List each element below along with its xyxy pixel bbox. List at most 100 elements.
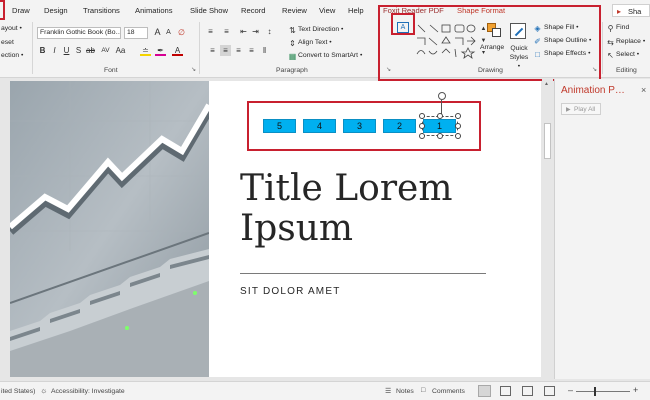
slide-subtitle[interactable]: SIT DOLOR AMET: [240, 286, 341, 297]
arrange-button[interactable]: Arrange: [480, 44, 504, 51]
comments-button[interactable]: Comments: [432, 388, 465, 395]
accessibility-status[interactable]: Accessibility: Investigate: [51, 388, 125, 395]
tab-record[interactable]: Record: [241, 6, 265, 15]
line-spacing-icon[interactable]: ↕: [264, 26, 275, 37]
resize-handle[interactable]: [455, 133, 461, 139]
text-box-icon[interactable]: A: [397, 22, 409, 33]
decrease-indent-icon[interactable]: ⇤: [238, 26, 249, 37]
font-group-label: Font: [104, 67, 118, 74]
language-status[interactable]: ited States): [1, 388, 35, 395]
quick-styles-button[interactable]: Quick Styles •: [509, 44, 529, 71]
strikethrough-icon[interactable]: ab: [85, 45, 96, 56]
slide-canvas[interactable]: 5 4 3 2 1 Title Lorem Ipsum SIT DOLOR AM…: [10, 81, 541, 377]
select-button[interactable]: Select •: [616, 51, 639, 58]
highlight-box-left: [0, 0, 5, 20]
resize-handle[interactable]: [437, 133, 443, 139]
resize-handle[interactable]: [419, 123, 425, 129]
increase-font-icon[interactable]: A: [152, 27, 163, 38]
share-icon: ▸: [617, 7, 622, 16]
slide-sorter-icon[interactable]: [500, 386, 511, 396]
font-dialog-launcher-icon[interactable]: ↘: [191, 66, 196, 73]
numbering-icon[interactable]: ≡: [221, 26, 232, 37]
tab-transitions[interactable]: Transitions: [83, 6, 120, 15]
tab-design[interactable]: Design: [44, 6, 68, 15]
shadow-icon[interactable]: S: [73, 45, 84, 56]
tab-help[interactable]: Help: [348, 6, 364, 15]
clear-formatting-icon[interactable]: ∅: [176, 27, 187, 38]
columns-icon[interactable]: ‖: [259, 45, 270, 56]
align-center-icon[interactable]: ≡: [220, 45, 231, 56]
shape-outline-button[interactable]: Shape Outline •: [544, 37, 591, 44]
tab-review[interactable]: Review: [282, 6, 307, 15]
zoom-in-icon[interactable]: +: [633, 385, 638, 395]
zoom-slider-thumb[interactable]: [594, 387, 596, 396]
shape-effects-button[interactable]: Shape Effects •: [544, 50, 590, 57]
title-divider: [240, 273, 486, 274]
slide-thumbnail-strip[interactable]: [0, 79, 9, 379]
resize-handle[interactable]: [437, 113, 443, 119]
change-case-icon[interactable]: Aa: [115, 45, 126, 56]
layout-button[interactable]: ayout •: [1, 25, 22, 32]
number-box-4[interactable]: 4: [303, 119, 336, 133]
highlight-color-icon[interactable]: ≐: [140, 45, 151, 56]
increase-indent-icon[interactable]: ⇥: [250, 26, 261, 37]
notes-button[interactable]: Notes: [396, 388, 414, 395]
reset-button[interactable]: eset: [1, 39, 14, 46]
align-right-icon[interactable]: ≡: [233, 45, 244, 56]
tab-draw[interactable]: Draw: [12, 6, 30, 15]
bold-icon[interactable]: B: [37, 45, 48, 56]
paragraph-group-label: Paragraph: [276, 67, 308, 74]
resize-handle[interactable]: [419, 113, 425, 119]
font-size-box[interactable]: 18: [124, 27, 148, 39]
resize-handle[interactable]: [455, 123, 461, 129]
shape-fill-button[interactable]: Shape Fill •: [544, 24, 579, 31]
tab-slide-show[interactable]: Slide Show: [190, 6, 228, 15]
align-text-button[interactable]: Align Text •: [298, 39, 332, 46]
decrease-font-icon[interactable]: A: [163, 27, 174, 38]
tab-view[interactable]: View: [319, 6, 335, 15]
convert-smartart-button[interactable]: Convert to SmartArt •: [298, 52, 362, 59]
resize-handle[interactable]: [455, 113, 461, 119]
character-spacing-icon[interactable]: AV: [100, 45, 111, 56]
title-line-1: Title Lorem: [240, 168, 453, 209]
underline-icon[interactable]: U: [61, 45, 72, 56]
drawing-group-label: Drawing: [478, 67, 503, 74]
drawing-dialog-launcher-icon[interactable]: ↘: [592, 66, 597, 73]
share-button[interactable]: ▸ Sha: [612, 4, 650, 17]
scroll-up-icon[interactable]: ▲: [544, 81, 549, 87]
align-left-icon[interactable]: ≡: [207, 45, 218, 56]
find-button[interactable]: Find: [616, 24, 629, 31]
slide-show-icon[interactable]: [544, 386, 555, 396]
italic-icon[interactable]: I: [49, 45, 60, 56]
number-box-2[interactable]: 2: [383, 119, 416, 133]
normal-view-icon[interactable]: [478, 385, 491, 397]
close-pane-icon[interactable]: ×: [641, 85, 646, 95]
resize-handle[interactable]: [419, 133, 425, 139]
shapes-gallery[interactable]: [415, 23, 477, 59]
group-separator: [32, 22, 33, 74]
number-box-3[interactable]: 3: [343, 119, 376, 133]
group-separator: [602, 22, 603, 74]
play-all-label: Play All: [574, 106, 596, 113]
vertical-scrollbar[interactable]: ▲: [542, 79, 553, 379]
slide-title[interactable]: Title Lorem Ipsum: [240, 169, 452, 249]
scroll-thumb[interactable]: [544, 123, 551, 159]
justify-icon[interactable]: ≡: [246, 45, 257, 56]
reading-view-icon[interactable]: [522, 386, 533, 396]
select-icon: ↖: [607, 51, 614, 60]
tab-animations[interactable]: Animations: [135, 6, 173, 15]
bullets-icon[interactable]: ≡: [205, 26, 216, 37]
section-button[interactable]: ection •: [1, 52, 23, 59]
number-box-5[interactable]: 5: [263, 119, 296, 133]
font-color-icon[interactable]: A: [172, 45, 183, 56]
text-direction-button[interactable]: Text Direction •: [298, 26, 343, 33]
rotate-handle-icon[interactable]: [438, 92, 446, 100]
replace-icon: ⇆: [607, 38, 614, 47]
accessibility-icon: ☼: [40, 386, 48, 395]
zoom-slider[interactable]: [576, 391, 630, 392]
font-name-box[interactable]: Franklin Gothic Book (Bo…: [37, 27, 121, 39]
play-all-button[interactable]: ▶ Play All: [561, 103, 601, 115]
replace-button[interactable]: Replace •: [616, 38, 645, 45]
text-highlight-icon[interactable]: ✒: [155, 45, 166, 56]
zoom-out-icon[interactable]: –: [568, 385, 573, 395]
